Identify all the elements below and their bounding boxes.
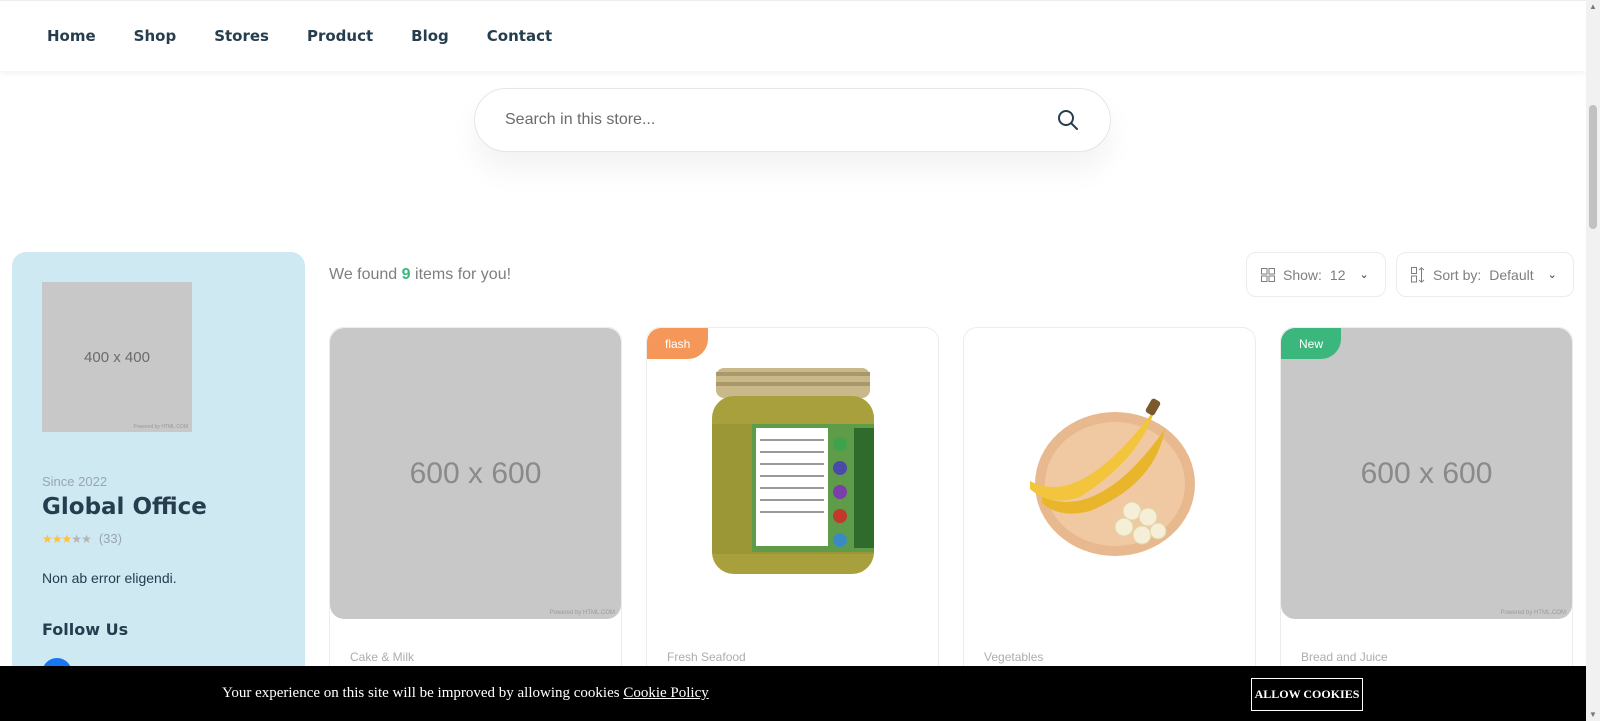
- store-logo: 400 x 400 Powered by HTML.COM: [42, 282, 192, 432]
- chevron-down-icon: ⌄: [1547, 269, 1557, 281]
- cookie-text: Your experience on this site will be imp…: [222, 685, 620, 701]
- nav-product[interactable]: Product: [307, 27, 373, 45]
- product-category[interactable]: Bread and Juice: [1301, 650, 1388, 664]
- star-icon: ★: [71, 531, 82, 546]
- search-icon[interactable]: [1056, 108, 1080, 132]
- product-card[interactable]: Vegetables: [963, 327, 1256, 721]
- cookie-consent-bar: Your experience on this site will be imp…: [0, 666, 1586, 721]
- rating-count: (33): [98, 531, 122, 546]
- star-icon: ★: [42, 531, 53, 546]
- search-input[interactable]: [505, 111, 1056, 129]
- store-rating: ★★★★★ (33): [42, 531, 122, 546]
- badge-flash: flash: [647, 328, 709, 359]
- store-info-panel: 400 x 400 Powered by HTML.COM Since 2022…: [12, 252, 305, 721]
- product-card[interactable]: flash Fresh Seafood: [646, 327, 939, 721]
- scrollbar-thumb[interactable]: [1589, 105, 1597, 229]
- product-category[interactable]: Vegetables: [984, 650, 1043, 664]
- placeholder-credit: Powered by HTML.COM: [1500, 610, 1566, 616]
- star-icon: ★: [81, 531, 92, 546]
- results-count: 9: [401, 266, 411, 283]
- grid-icon: [1261, 267, 1275, 282]
- results-summary: We found 9 items for you!: [329, 266, 511, 284]
- nav-home[interactable]: Home: [47, 27, 96, 45]
- nav-blog[interactable]: Blog: [411, 27, 449, 45]
- cookie-policy-link[interactable]: Cookie Policy: [623, 685, 708, 701]
- star-icon: ★: [51, 531, 63, 546]
- jar-product-image[interactable]: [647, 328, 938, 619]
- placeholder-credit: Powered by HTML.COM: [549, 610, 615, 616]
- product-image-placeholder[interactable]: 600 x 600 Powered by HTML.COM: [330, 328, 621, 619]
- follow-us-heading: Follow Us: [42, 620, 129, 639]
- store-search-bar: [474, 88, 1111, 152]
- show-count-dropdown[interactable]: Show: 12 ⌄: [1246, 252, 1386, 297]
- sort-label: Sort by:: [1433, 266, 1482, 283]
- logo-placeholder-text: 400 x 400: [84, 348, 150, 366]
- sort-value: Default: [1489, 266, 1534, 283]
- results-prefix: We found: [329, 266, 398, 283]
- page-scrollbar[interactable]: ▲ ▼: [1586, 0, 1600, 721]
- product-category[interactable]: Cake & Milk: [350, 650, 414, 664]
- product-card[interactable]: 600 x 600 Powered by HTML.COM Cake & Mil…: [329, 327, 622, 721]
- nav-contact[interactable]: Contact: [487, 27, 552, 45]
- store-description: Non ab error eligendi.: [42, 570, 177, 586]
- star-icon: ★: [61, 531, 73, 546]
- main-navigation: Home Shop Stores Product Blog Contact: [0, 0, 1586, 71]
- product-image-placeholder[interactable]: 600 x 600 Powered by HTML.COM: [1281, 328, 1572, 619]
- store-since: Since 2022: [42, 474, 108, 489]
- nav-shop[interactable]: Shop: [134, 27, 177, 45]
- sort-icon: [1411, 266, 1425, 283]
- chevron-down-icon: ⌄: [1359, 269, 1369, 281]
- nav-stores[interactable]: Stores: [214, 27, 269, 45]
- badge-new: New: [1281, 328, 1342, 359]
- scroll-up-icon[interactable]: ▲: [1589, 2, 1597, 11]
- rating-stars: ★★★★★: [42, 531, 92, 546]
- placeholder-text: 600 x 600: [409, 456, 542, 490]
- product-card[interactable]: 600 x 600 Powered by HTML.COM New Bread …: [1280, 327, 1573, 721]
- show-label: Show:: [1283, 266, 1322, 283]
- scroll-down-icon[interactable]: ▼: [1589, 710, 1597, 719]
- banana-product-image[interactable]: [964, 328, 1255, 619]
- store-name: Global Office: [42, 494, 207, 520]
- product-category[interactable]: Fresh Seafood: [667, 650, 746, 664]
- show-value: 12: [1329, 266, 1346, 283]
- logo-credit: Powered by HTML.COM: [133, 424, 188, 430]
- allow-cookies-button[interactable]: ALLOW COOKIES: [1251, 678, 1363, 711]
- placeholder-text: 600 x 600: [1360, 456, 1493, 490]
- results-suffix: items for you!: [415, 266, 512, 283]
- sort-dropdown[interactable]: Sort by: Default ⌄: [1396, 252, 1574, 297]
- cookie-message: Your experience on this site will be imp…: [222, 685, 709, 702]
